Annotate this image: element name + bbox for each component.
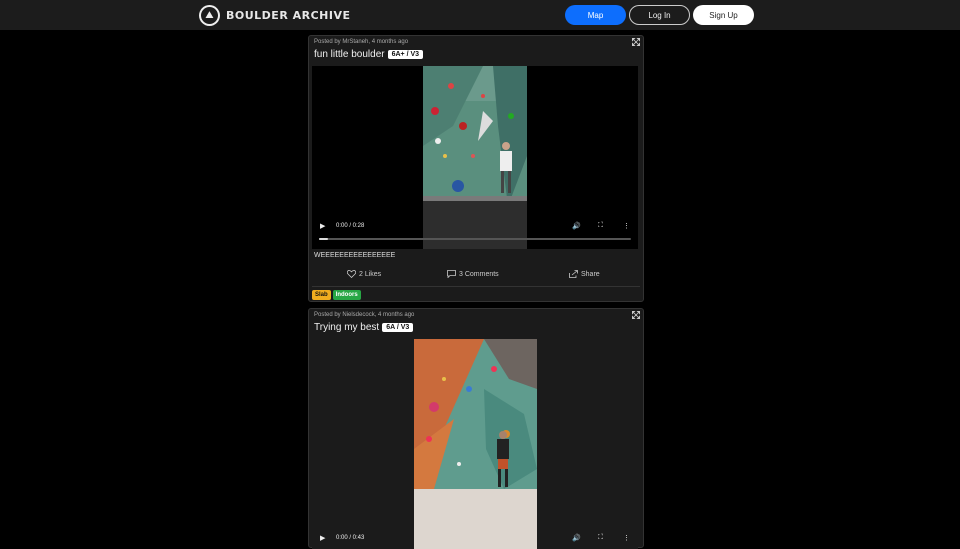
video-progress-fill — [319, 238, 329, 240]
post-title[interactable]: Trying my best — [314, 322, 379, 333]
more-options-icon[interactable]: ⋮ — [623, 534, 630, 542]
post-actions: 2 Likes 3 Comments Share — [309, 270, 643, 282]
share-label: Share — [581, 270, 600, 278]
grade-badge: 6A / V3 — [382, 323, 414, 332]
like-button[interactable]: 2 Likes — [347, 270, 381, 278]
fullscreen-icon[interactable]: ⛶ — [598, 534, 603, 542]
post-title-row: fun little boulder 6A+ / V3 — [314, 49, 424, 60]
play-icon[interactable]: ▶ — [320, 222, 325, 230]
expand-icon[interactable] — [632, 311, 640, 319]
likes-label: 2 Likes — [359, 270, 382, 278]
navbar: ⛰ BOULDER ARCHIVE Map Log In Sign Up — [0, 0, 960, 30]
brand-name: BOULDER ARCHIVE — [226, 8, 351, 22]
post-title[interactable]: fun little boulder — [314, 49, 385, 60]
video-time: 0:00 / 0:43 — [336, 535, 365, 541]
play-icon[interactable]: ▶ — [320, 534, 325, 542]
signup-button[interactable]: Sign Up — [693, 5, 754, 25]
video-time: 0:00 / 0:28 — [336, 223, 365, 229]
fullscreen-icon[interactable]: ⛶ — [598, 222, 603, 230]
share-icon — [569, 270, 578, 278]
more-options-icon[interactable]: ⋮ — [623, 222, 630, 230]
post-meta: Posted by MrStaneh, 4 months ago — [314, 39, 409, 45]
post-title-row: Trying my best 6A / V3 — [314, 322, 414, 333]
expand-icon[interactable] — [632, 38, 640, 46]
heart-icon — [347, 270, 356, 278]
comment-icon — [447, 270, 456, 278]
brand-link[interactable]: ⛰ BOULDER ARCHIVE — [199, 4, 351, 26]
post-card: Posted by Nielsdecock, 4 months ago Tryi… — [308, 308, 644, 549]
video-controls: ▶ 0:00 / 0:28 🔊 ⛶ ⋮ — [312, 219, 638, 233]
map-button[interactable]: Map — [565, 5, 626, 25]
post-meta: Posted by Nielsdecock, 4 months ago — [314, 312, 415, 318]
login-button[interactable]: Log In — [629, 5, 690, 25]
video-frame — [414, 339, 537, 549]
video-player[interactable]: ▶ 0:00 / 0:43 🔊 ⛶ ⋮ — [312, 339, 638, 549]
tag-indoors[interactable]: Indoors — [332, 290, 361, 300]
share-button[interactable]: Share — [569, 270, 600, 278]
volume-icon[interactable]: 🔊 — [572, 534, 581, 542]
video-player[interactable]: ▶ 0:00 / 0:28 🔊 ⛶ ⋮ — [312, 66, 638, 249]
tag-slab[interactable]: Slab — [312, 290, 331, 300]
comments-button[interactable]: 3 Comments — [447, 270, 499, 278]
video-progress[interactable] — [319, 238, 631, 240]
logo-icon: ⛰ — [199, 4, 220, 26]
grade-badge: 6A+ / V3 — [387, 50, 424, 59]
volume-icon[interactable]: 🔊 — [572, 222, 581, 230]
post-description: WEEEEEEEEEEEEEEEE — [314, 252, 396, 259]
tag-list: Slab Indoors — [312, 290, 361, 300]
video-controls: ▶ 0:00 / 0:43 🔊 ⛶ ⋮ — [312, 531, 638, 545]
comments-label: 3 Comments — [459, 270, 499, 278]
divider — [312, 286, 640, 287]
post-card: Posted by MrStaneh, 4 months ago fun lit… — [308, 35, 644, 302]
